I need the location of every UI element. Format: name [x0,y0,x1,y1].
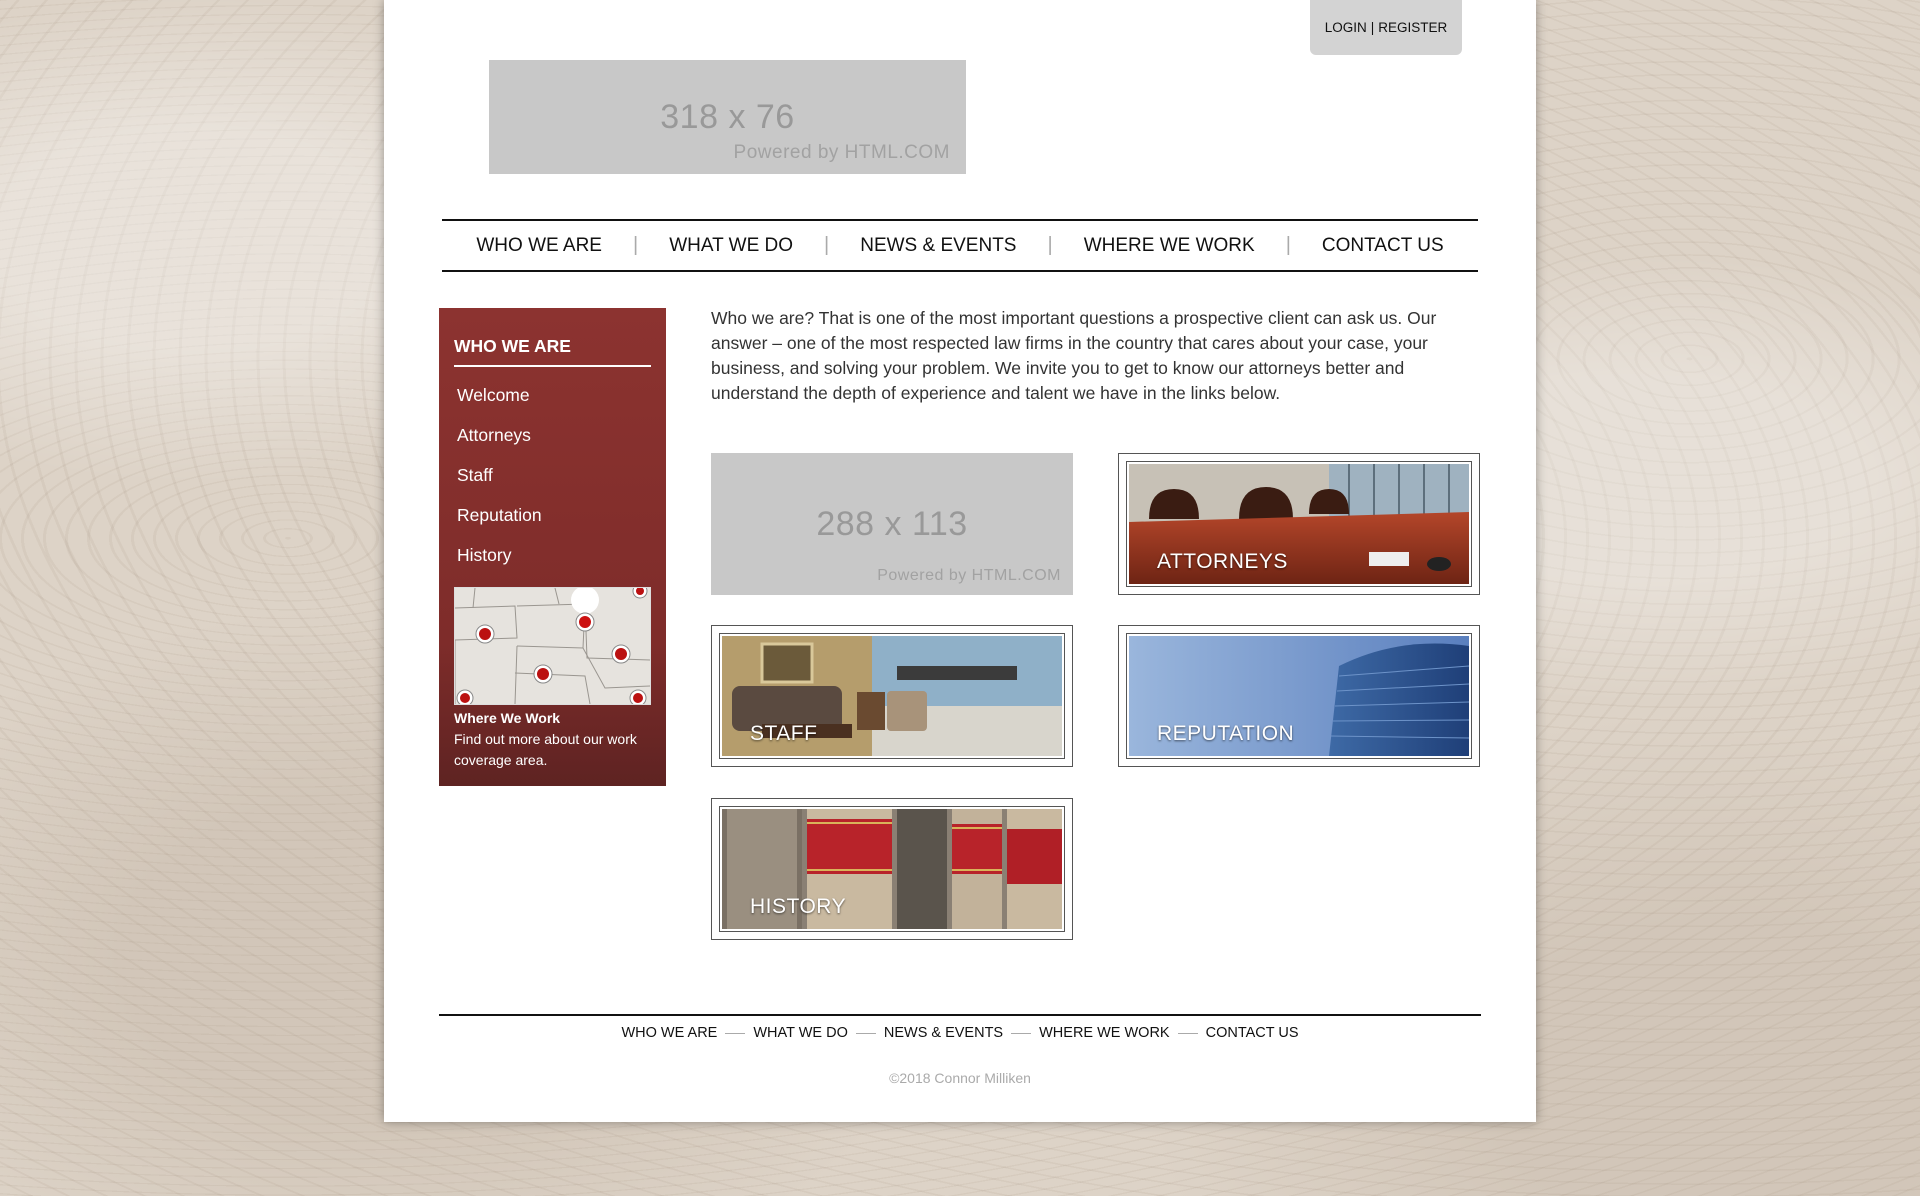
footer-separator [1177,1032,1198,1034]
nav-separator: | [824,234,830,256]
history-label: HISTORY [750,895,847,918]
nav-contact-us[interactable]: CONTACT US [1322,235,1444,257]
sidebar-link-history[interactable]: History [457,545,542,585]
history-image: HISTORY [719,806,1065,932]
welcome-tile-placeholder[interactable]: 288 x 113 Powered by HTML.COM [711,453,1073,595]
tile-powered-text: Powered by HTML.COM [877,567,1061,584]
staff-image: STAFF [719,633,1065,759]
footer-separator [855,1032,876,1034]
login-separator: | [1370,20,1375,35]
nav-separator: | [1285,234,1291,256]
nav-separator: | [632,234,639,256]
sidebar-link-welcome[interactable]: Welcome [457,385,542,425]
footer-nav-what-we-do[interactable]: WHAT WE DO [753,1025,848,1041]
logo-dimensions: 318 x 76 [660,98,795,136]
sidebar-link-staff[interactable]: Staff [457,465,542,505]
footer-separator [725,1032,746,1034]
staff-tile[interactable]: STAFF [711,625,1073,767]
attorneys-tile[interactable]: ATTORNEYS [1118,453,1480,595]
reputation-tile[interactable]: REPUTATION [1118,625,1480,767]
intro-paragraph: Who we are? That is one of the most impo… [711,308,1437,403]
footer-nav-who-we-are[interactable]: WHO WE ARE [621,1025,717,1041]
login-link[interactable]: LOGIN [1325,20,1367,35]
map-thumbnail[interactable] [454,587,651,705]
logo-placeholder[interactable]: 318 x 76 Powered by HTML.COM [489,60,966,174]
copyright: ©2018 Connor Milliken [889,1070,1031,1086]
map-caption: Where We Work Find out more about our wo… [454,708,659,771]
footer-nav-where-we-work[interactable]: WHERE WE WORK [1039,1025,1170,1041]
footer-nav-contact-us[interactable]: CONTACT US [1206,1025,1299,1041]
footer-nav-news-events[interactable]: NEWS & EVENTS [884,1025,1003,1041]
nav-where-we-work[interactable]: WHERE WE WORK [1084,235,1255,257]
sidebar-links: Welcome Attorneys Staff Reputation Histo… [457,385,542,585]
sidebar: WHO WE ARE Welcome Attorneys Staff Reput… [439,308,666,786]
sidebar-title: WHO WE ARE [454,336,651,367]
history-tile[interactable]: HISTORY [711,798,1073,940]
register-link[interactable]: REGISTER [1378,20,1447,35]
tile-dimensions: 288 x 113 [816,505,968,543]
attorneys-label: ATTORNEYS [1157,550,1288,573]
nav-separator: | [1047,234,1053,256]
nav-what-we-do[interactable]: WHAT WE DO [669,235,793,257]
logo-powered-text: Powered by HTML.COM [733,142,950,163]
login-register-tab: LOGIN | REGISTER [1310,0,1462,55]
attorneys-image: ATTORNEYS [1126,461,1472,587]
main-nav: WHO WE ARE | WHAT WE DO | NEWS & EVENTS … [442,219,1478,272]
staff-label: STAFF [750,722,818,745]
nav-news-events[interactable]: NEWS & EVENTS [860,235,1016,257]
reputation-label: REPUTATION [1157,722,1295,745]
map-description: Find out more about our work coverage ar… [454,731,637,768]
sidebar-link-attorneys[interactable]: Attorneys [457,425,542,465]
sidebar-link-reputation[interactable]: Reputation [457,505,542,545]
footer-separator [1011,1032,1032,1034]
page-container: LOGIN | REGISTER 318 x 76 Powered by HTM… [384,0,1536,1122]
footer-nav: WHO WE ARE WHAT WE DO NEWS & EVENTS WHER… [439,1014,1481,1050]
nav-who-we-are[interactable]: WHO WE ARE [476,235,602,257]
reputation-image: REPUTATION [1126,633,1472,759]
map-heading[interactable]: Where We Work [454,708,659,729]
